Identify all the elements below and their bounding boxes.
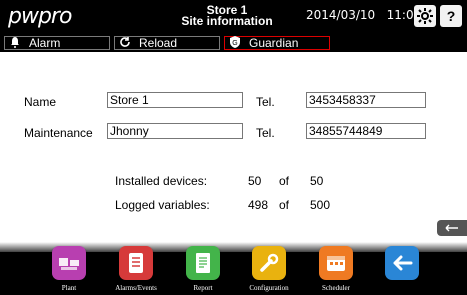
tab-alarm-label: Alarm — [29, 36, 61, 50]
svg-text:G: G — [232, 40, 237, 47]
maintenance-field[interactable]: Jhonny — [107, 123, 243, 139]
tab-reload-label: Reload — [139, 36, 178, 50]
name-field[interactable]: Store 1 — [107, 92, 243, 108]
tab-guardian-label: Guardian — [249, 36, 299, 50]
page-title: Store 1 Site information — [152, 4, 302, 28]
dock-scheduler-label: Scheduler — [322, 284, 350, 292]
dock-alarms-events-label: Alarms/Events — [115, 284, 157, 292]
bell-icon — [9, 36, 23, 51]
dock-configuration[interactable]: Configuration — [243, 246, 295, 292]
tel2-field[interactable]: 34855744849 — [306, 123, 426, 139]
dock-plant[interactable]: Plant — [43, 246, 95, 292]
date: 2014/03/10 — [306, 8, 376, 22]
maintenance-label: Maintenance — [24, 126, 93, 140]
logged-variables-of: of — [279, 198, 290, 212]
gear-icon[interactable] — [414, 5, 436, 27]
installed-devices-of: of — [279, 174, 290, 188]
dock-back[interactable] — [376, 246, 428, 284]
logo: pwpro — [8, 4, 72, 29]
dock-scheduler[interactable]: Scheduler — [310, 246, 362, 292]
left-arrow-icon — [445, 221, 459, 235]
help-icon[interactable]: ? — [440, 5, 462, 27]
dock-configuration-label: Configuration — [249, 284, 289, 292]
page-subtitle: Site information — [181, 14, 273, 28]
side-panel-toggle[interactable] — [437, 220, 467, 236]
plant-icon — [52, 246, 86, 280]
alarms-icon — [119, 246, 153, 280]
scheduler-icon — [319, 246, 353, 280]
shield-icon: G — [229, 35, 243, 51]
tel-field[interactable]: 3453458337 — [306, 92, 426, 108]
installed-devices-label: Installed devices: — [115, 174, 208, 188]
dock-report-label: Report — [193, 284, 213, 292]
tab-guardian[interactable]: G Guardian — [224, 35, 330, 51]
name-label: Name — [24, 95, 57, 109]
installed-devices-total: 50 — [310, 174, 324, 188]
report-icon — [186, 246, 220, 280]
back-arrow-icon — [385, 246, 419, 280]
tab-alarm[interactable]: Alarm — [4, 36, 110, 50]
reload-icon — [119, 36, 133, 51]
logged-variables-total: 500 — [310, 198, 331, 212]
dock-alarms-events[interactable]: Alarms/Events — [110, 246, 162, 292]
dock-report[interactable]: Report — [177, 246, 229, 292]
dock-plant-label: Plant — [61, 284, 77, 292]
tel2-label: Tel. — [256, 126, 275, 140]
logged-variables-label: Logged variables: — [115, 198, 210, 212]
top-bar: pwpro Store 1 Site information 2014/03/1… — [0, 0, 467, 34]
tab-bar: Alarm Reload G Guardian — [0, 34, 467, 52]
logged-variables-value: 498 — [248, 198, 269, 212]
tab-reload[interactable]: Reload — [114, 36, 220, 50]
installed-devices-value: 50 — [248, 174, 262, 188]
wrench-icon — [252, 246, 286, 280]
datetime: 2014/03/10 11:05 — [306, 8, 421, 22]
tel-label: Tel. — [256, 95, 275, 109]
